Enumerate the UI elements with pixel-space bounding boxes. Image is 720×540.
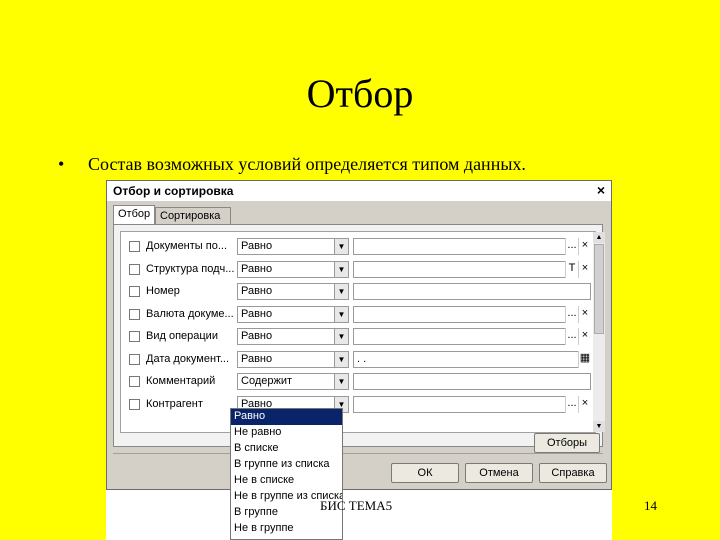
condition-select[interactable]: Равно xyxy=(237,305,335,323)
filters-button[interactable]: Отборы xyxy=(534,433,600,453)
use-filter-checkbox[interactable] xyxy=(129,241,140,252)
slide-title: Отбор xyxy=(306,71,414,116)
filter-sort-dialog: Отбор и сортировка × Отбор Сортировка ▲ … xyxy=(106,180,612,490)
cancel-button[interactable]: Отмена xyxy=(465,463,533,483)
field-name: Валюта докуме... xyxy=(146,307,234,320)
scroll-thumb[interactable] xyxy=(594,244,604,334)
scroll-down-icon[interactable]: ▼ xyxy=(593,421,605,432)
condition-select[interactable]: Равно xyxy=(237,238,335,255)
condition-select[interactable]: Равно xyxy=(237,350,335,368)
field-name: Документы по... xyxy=(146,240,228,252)
chevron-down-icon[interactable]: ▼ xyxy=(335,238,349,255)
value-input[interactable]: . . xyxy=(353,350,591,368)
chevron-down-icon[interactable]: ▼ xyxy=(335,328,349,345)
bullet-text: Состав возможных условий определяется ти… xyxy=(88,154,526,174)
use-filter-checkbox[interactable] xyxy=(129,331,140,342)
condition-dropdown-list: Равно Не равно В списке В группе из списка Н… xyxy=(230,408,343,540)
divider xyxy=(113,453,603,454)
value-input[interactable] xyxy=(353,395,591,413)
condition-select[interactable]: Содержит xyxy=(237,373,335,390)
use-filter-checkbox[interactable] xyxy=(129,398,140,410)
condition-select[interactable]: Равно xyxy=(237,283,335,300)
clear-value-icon[interactable]: ▦ xyxy=(578,350,591,368)
field-name: Дата документ... xyxy=(146,352,230,365)
field-name: Комментарий xyxy=(146,375,216,387)
clear-value-icon[interactable]: × xyxy=(578,305,591,323)
slide-number: 14 xyxy=(644,498,657,513)
dropdown-option[interactable]: Не равно xyxy=(231,425,342,441)
dropdown-option[interactable]: Равно xyxy=(231,409,342,425)
clear-value-icon[interactable]: × xyxy=(578,238,591,255)
clear-value-icon[interactable]: × xyxy=(578,395,591,413)
dropdown-option[interactable]: Не в списке xyxy=(231,473,342,489)
dropdown-option[interactable]: В группе из списка xyxy=(231,457,342,473)
tab-sorting[interactable]: Сортировка xyxy=(155,207,231,224)
filter-row: Структура подч... Равно ▼ T × xyxy=(121,259,593,281)
field-name: Контрагент xyxy=(146,397,203,410)
close-icon[interactable]: × xyxy=(597,182,605,198)
value-input[interactable] xyxy=(353,283,591,300)
use-filter-checkbox[interactable] xyxy=(129,308,140,320)
use-filter-checkbox[interactable] xyxy=(129,286,140,297)
dropdown-option[interactable]: Не в группе xyxy=(231,521,342,537)
condition-select[interactable]: Равно xyxy=(237,328,335,345)
use-filter-checkbox[interactable] xyxy=(129,353,140,365)
filter-panel: ▲ ▼ Документы по... Равно ▼... × Структура п… xyxy=(113,224,605,453)
filter-row: Дата документ... Равно ▼. . ▦ xyxy=(121,349,593,371)
bullet-symbol: • xyxy=(58,154,65,174)
field-name: Номер xyxy=(146,285,180,297)
filter-row: Номер Равно ▼ xyxy=(121,281,593,303)
filter-row: Документы по... Равно ▼... × xyxy=(121,236,593,258)
grid-scrollbar[interactable]: ▲ ▼ xyxy=(593,232,605,432)
tab-filter[interactable]: Отбор xyxy=(113,205,155,224)
value-input[interactable] xyxy=(353,328,591,345)
footer-text: БИС ТЕМА5 xyxy=(320,498,393,513)
clear-value-icon[interactable]: × xyxy=(578,328,591,345)
help-button[interactable]: Справка xyxy=(539,463,607,483)
select-value-icon[interactable]: ... xyxy=(565,238,578,255)
field-name: Структура подч... xyxy=(146,262,235,275)
dialog-title: Отбор и сортировка xyxy=(113,184,234,198)
chevron-down-icon[interactable]: ▼ xyxy=(335,283,349,300)
select-value-icon[interactable]: T xyxy=(565,260,578,278)
ok-button[interactable]: ОК xyxy=(391,463,459,483)
clear-value-icon[interactable]: × xyxy=(578,260,591,278)
filter-row: Комментарий Содержит ▼ xyxy=(121,371,593,393)
chevron-down-icon[interactable]: ▼ xyxy=(335,305,349,323)
dialog-titlebar: Отбор и сортировка × xyxy=(107,181,611,201)
use-filter-checkbox[interactable] xyxy=(129,263,140,275)
filter-row: Валюта докуме... Равно ▼... × xyxy=(121,304,593,326)
value-input[interactable] xyxy=(353,238,591,255)
condition-select[interactable]: Равно xyxy=(237,260,335,278)
dropdown-option[interactable]: В списке xyxy=(231,441,342,457)
select-value-icon[interactable]: ... xyxy=(565,395,578,413)
value-input[interactable] xyxy=(353,260,591,278)
filter-row: Контрагент Равно ▼... × xyxy=(121,394,593,416)
value-input[interactable] xyxy=(353,305,591,323)
select-value-icon[interactable]: ... xyxy=(565,305,578,323)
filter-row: Вид операции Равно ▼... × xyxy=(121,326,593,348)
chevron-down-icon[interactable]: ▼ xyxy=(335,350,349,368)
field-name: Вид операции xyxy=(146,330,218,342)
select-value-icon[interactable]: ... xyxy=(565,328,578,345)
use-filter-checkbox[interactable] xyxy=(129,376,140,387)
chevron-down-icon[interactable]: ▼ xyxy=(335,373,349,390)
scroll-up-icon[interactable]: ▲ xyxy=(593,232,605,243)
chevron-down-icon[interactable]: ▼ xyxy=(335,260,349,278)
filter-grid: ▲ ▼ Документы по... Равно ▼... × Структура п… xyxy=(120,231,605,433)
value-input[interactable] xyxy=(353,373,591,390)
